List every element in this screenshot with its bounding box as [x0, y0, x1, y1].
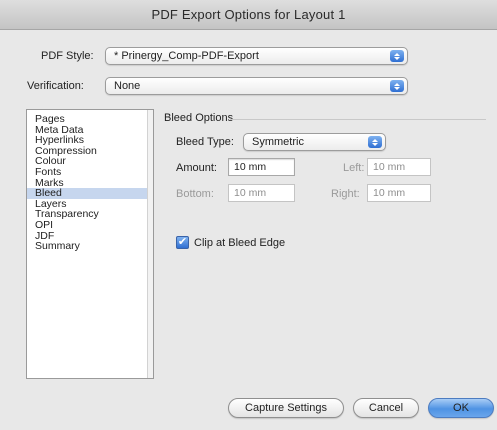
left-label: Left:: [343, 162, 365, 174]
clip-at-bleed-checkbox[interactable]: ✔: [176, 236, 189, 249]
right-label: Right:: [331, 188, 360, 200]
amount-label: Amount:: [176, 162, 217, 174]
bleed-options-title: Bleed Options: [164, 112, 234, 124]
pdf-style-popup[interactable]: * Prinergy_Comp-PDF-Export: [105, 47, 408, 65]
group-divider: [230, 119, 486, 120]
popup-arrows-icon: [390, 50, 404, 62]
popup-arrows-icon: [390, 80, 404, 92]
bleed-type-label: Bleed Type:: [176, 136, 234, 148]
bleed-type-value: Symmetric: [252, 136, 304, 148]
bottom-label: Bottom:: [176, 188, 214, 200]
ok-button[interactable]: OK: [428, 398, 494, 418]
pdf-export-options-dialog: PDF Export Options for Layout 1 PDF Styl…: [0, 0, 497, 430]
sidebar-item-opi[interactable]: OPI: [27, 220, 153, 231]
amount-field[interactable]: 10 mm: [228, 158, 295, 176]
window-title: PDF Export Options for Layout 1: [151, 7, 346, 22]
bleed-type-popup[interactable]: Symmetric: [243, 133, 386, 151]
list-scrollbar[interactable]: [147, 110, 153, 378]
popup-arrows-icon: [368, 136, 382, 148]
sidebar-item-fonts[interactable]: Fonts: [27, 167, 153, 178]
pdf-style-label: PDF Style:: [41, 50, 94, 62]
bottom-field[interactable]: 10 mm: [228, 184, 295, 202]
clip-at-bleed-label[interactable]: Clip at Bleed Edge: [194, 237, 285, 249]
checkmark-icon: ✔: [177, 236, 188, 248]
verification-value: None: [114, 80, 141, 92]
right-field[interactable]: 10 mm: [367, 184, 431, 202]
sidebar-item-summary[interactable]: Summary: [27, 241, 153, 252]
sidebar-item-pages[interactable]: Pages: [27, 114, 153, 125]
verification-label: Verification:: [27, 80, 84, 92]
title-bar[interactable]: PDF Export Options for Layout 1: [0, 0, 497, 30]
pdf-style-value: * Prinergy_Comp-PDF-Export: [114, 50, 259, 62]
left-field[interactable]: 10 mm: [367, 158, 431, 176]
category-list[interactable]: Pages Meta Data Hyperlinks Compression C…: [26, 109, 154, 379]
verification-popup[interactable]: None: [105, 77, 408, 95]
cancel-button[interactable]: Cancel: [353, 398, 419, 418]
capture-settings-button[interactable]: Capture Settings: [228, 398, 344, 418]
